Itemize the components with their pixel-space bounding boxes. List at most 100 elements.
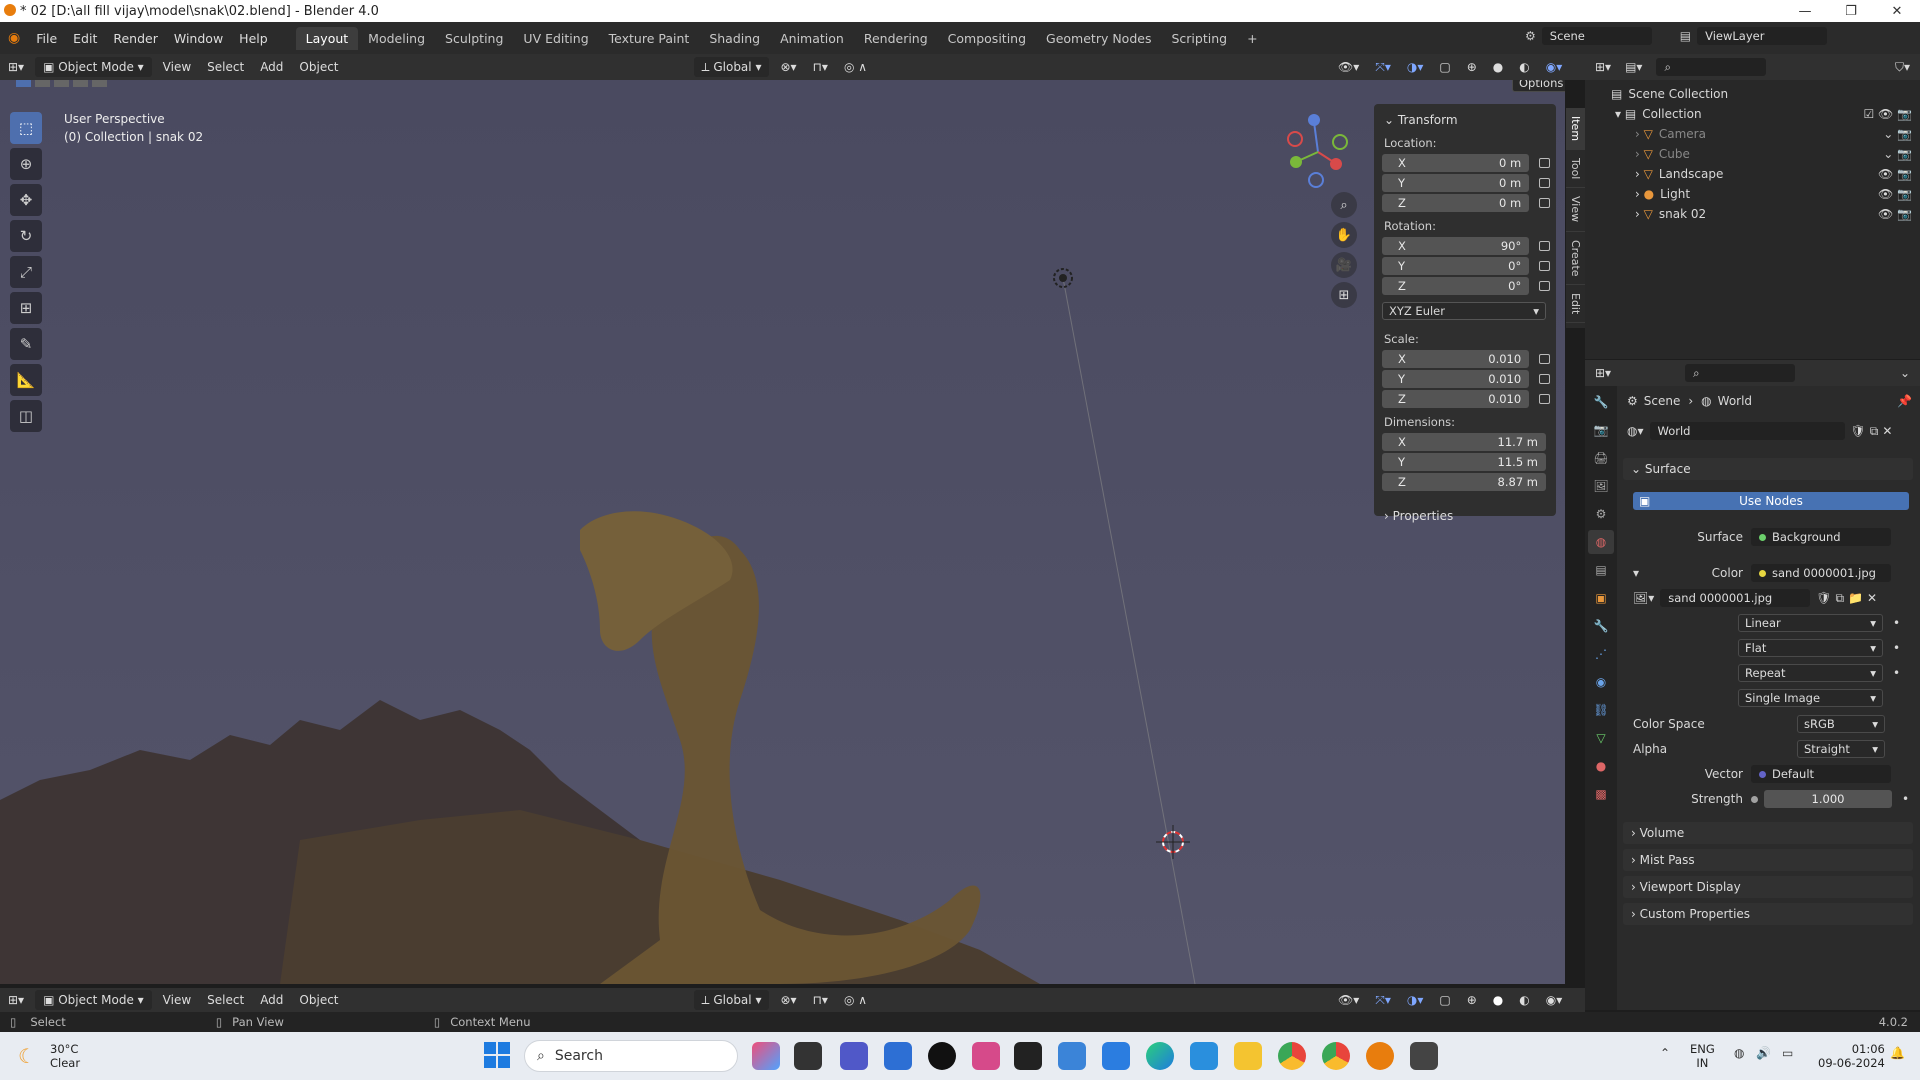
measure-tool[interactable]: 📐 — [10, 364, 42, 396]
vscode-icon[interactable] — [1190, 1042, 1218, 1070]
unlink-icon[interactable]: ✕ — [1867, 591, 1877, 605]
zbrush-icon[interactable] — [1410, 1042, 1438, 1070]
view-menu-bottom[interactable]: View — [155, 990, 199, 1010]
unlink-icon[interactable]: ✕ — [1882, 424, 1892, 438]
location-y-field[interactable]: Y 0 m — [1382, 174, 1530, 192]
scene-tab-icon[interactable]: ⚙ — [1588, 502, 1614, 526]
taskbar-search-input[interactable]: ⌕ Search — [524, 1040, 738, 1072]
location-z-field[interactable]: Z 0 m — [1382, 194, 1530, 212]
image-browse-icon[interactable]: 🖼▾ — [1633, 591, 1654, 605]
view-layer-selector[interactable]: ViewLayer — [1697, 27, 1828, 45]
select-box-tool[interactable]: ⬚ — [10, 112, 42, 144]
collection-tab-icon[interactable]: ▤ — [1588, 558, 1614, 582]
xray-icon[interactable]: ▢ — [1431, 57, 1458, 77]
gizmo-icon[interactable]: ⤧▾ — [1367, 990, 1399, 1010]
object-tab-icon[interactable]: ▣ — [1588, 586, 1614, 610]
select-mode-subtract-icon[interactable] — [54, 80, 69, 87]
particles-tab-icon[interactable]: ⋰ — [1588, 642, 1614, 666]
outliner-item-light[interactable]: › ● Light 👁 📷 — [1585, 184, 1920, 204]
use-nodes-button[interactable]: ▣ Use Nodes — [1633, 492, 1909, 510]
editor-type-icon[interactable]: ⊞▾ — [0, 57, 32, 77]
viewport-display-section-header[interactable]: › Viewport Display — [1623, 876, 1913, 898]
view-menu[interactable]: View — [155, 57, 199, 77]
world-name-field[interactable]: World — [1649, 422, 1845, 440]
teams-icon[interactable] — [840, 1042, 868, 1070]
app-store-icon[interactable] — [1102, 1042, 1130, 1070]
perspective-toggle-icon[interactable]: ⊞ — [1331, 282, 1357, 308]
orientation-dropdown[interactable]: ⟂ Global ▾ — [693, 57, 770, 77]
color-space-dropdown[interactable]: sRGB ▾ — [1797, 715, 1885, 733]
tab-scripting[interactable]: Scripting — [1161, 27, 1237, 50]
language-indicator[interactable]: ENG IN — [1690, 1042, 1715, 1070]
dimensions-z-field[interactable]: Z 8.87 m — [1382, 473, 1546, 491]
tab-texture-paint[interactable]: Texture Paint — [599, 27, 700, 50]
menu-window[interactable]: Window — [166, 31, 231, 46]
source-dropdown[interactable]: Single Image ▾ — [1738, 689, 1883, 707]
xray-icon[interactable]: ▢ — [1431, 990, 1458, 1010]
color-input-field[interactable]: sand 0000001.jpg — [1751, 564, 1891, 582]
tab-geometry-nodes[interactable]: Geometry Nodes — [1036, 27, 1161, 50]
output-tab-icon[interactable]: 🖨 — [1588, 446, 1614, 470]
tab-sculpting[interactable]: Sculpting — [435, 27, 513, 50]
copilot-icon[interactable] — [752, 1042, 780, 1070]
scale-tool[interactable]: ⤢ — [10, 256, 42, 288]
tab-modeling[interactable]: Modeling — [358, 27, 435, 50]
snipping-tool-icon[interactable] — [972, 1042, 1000, 1070]
transform-tool[interactable]: ⊞ — [10, 292, 42, 324]
select-menu[interactable]: Select — [199, 57, 252, 77]
snap-icon[interactable]: ⊓▾ — [805, 990, 836, 1010]
tab-layout[interactable]: Layout — [295, 26, 359, 50]
3d-cursor-icon[interactable] — [1156, 825, 1190, 859]
keyframe-dot-icon[interactable]: • — [1902, 792, 1909, 806]
lock-icon[interactable] — [1539, 281, 1550, 291]
pivot-icon[interactable]: ⊗▾ — [772, 990, 804, 1010]
select-mode-extend-icon[interactable] — [35, 80, 50, 87]
weather-widget[interactable]: 30°C Clear — [50, 1042, 80, 1070]
visibility-toggles-icon[interactable]: 👁 📷 — [1878, 207, 1912, 221]
fake-user-icon[interactable]: 🛡 — [1816, 591, 1831, 605]
options-dropdown[interactable]: Options ▾ — [1512, 80, 1565, 92]
volume-icon[interactable]: 🔊 — [1756, 1046, 1771, 1060]
tab-compositing[interactable]: Compositing — [938, 27, 1036, 50]
outliner-item-camera[interactable]: › ▽ Camera ⌄ 📷 — [1585, 124, 1920, 144]
tab-edit[interactable]: Edit — [1566, 285, 1585, 324]
scene-icon[interactable]: ⚙ — [1525, 29, 1536, 43]
menu-help[interactable]: Help — [231, 31, 276, 46]
surface-section-header[interactable]: ⌄ Surface — [1623, 458, 1913, 480]
blender-taskbar-icon[interactable] — [1366, 1042, 1394, 1070]
projection-dropdown[interactable]: Flat ▾ — [1738, 639, 1883, 657]
gizmo-icon[interactable]: ⤧▾ — [1367, 57, 1399, 77]
proportional-edit-icon[interactable]: ◎ ∧ — [836, 990, 875, 1010]
view-layer-tab-icon[interactable]: 🖼 — [1588, 474, 1614, 498]
battery-icon[interactable]: ▭ — [1782, 1046, 1793, 1060]
network-icon[interactable]: ◍ — [1734, 1046, 1744, 1060]
physics-tab-icon[interactable]: ◉ — [1588, 670, 1614, 694]
visibility-toggles-icon[interactable]: 👁 📷 — [1878, 167, 1912, 181]
add-workspace-button[interactable]: + — [1237, 27, 1267, 50]
orientation-dropdown-bottom[interactable]: ⟂ Global ▾ — [693, 990, 770, 1010]
object-menu[interactable]: Object — [291, 57, 346, 77]
dell-icon[interactable] — [928, 1042, 956, 1070]
lock-icon[interactable] — [1539, 178, 1550, 188]
world-tab-icon[interactable]: ◍ — [1588, 530, 1614, 554]
mode-dropdown-bottom[interactable]: ▣ Object Mode ▾ — [35, 990, 152, 1010]
tab-create[interactable]: Create — [1566, 232, 1585, 286]
lock-icon[interactable] — [1539, 354, 1550, 364]
interpolation-dropdown[interactable]: Linear ▾ — [1738, 614, 1883, 632]
visibility-toggles-icon[interactable]: ☑ 👁 📷 — [1863, 107, 1912, 121]
menu-render[interactable]: Render — [105, 31, 166, 46]
visibility-toggles-icon[interactable]: ⌄ 📷 — [1883, 127, 1912, 141]
rotation-y-field[interactable]: Y 0° — [1382, 257, 1530, 275]
tab-shading[interactable]: Shading — [699, 27, 770, 50]
lock-icon[interactable] — [1539, 261, 1550, 271]
snap-icon[interactable]: ⊓▾ — [805, 57, 836, 77]
select-mode-new-icon[interactable] — [16, 80, 31, 87]
strength-field[interactable]: 1.000 — [1764, 790, 1892, 808]
rotate-tool[interactable]: ↻ — [10, 220, 42, 252]
outliner-item-snak-02[interactable]: › ▽ snak 02 👁 📷 — [1585, 204, 1920, 224]
camera-view-icon[interactable]: 🎥 — [1331, 252, 1357, 278]
3d-viewport[interactable]: ⬚ ⊕ ✥ ↻ ⤢ ⊞ ✎ 📐 ◫ User Perspective (0) C… — [0, 80, 1565, 984]
edge-icon[interactable] — [1146, 1042, 1174, 1070]
editor-type-icon[interactable]: ⊞▾ — [0, 990, 32, 1010]
notification-bell-icon[interactable]: 🔔 — [1890, 1046, 1905, 1060]
